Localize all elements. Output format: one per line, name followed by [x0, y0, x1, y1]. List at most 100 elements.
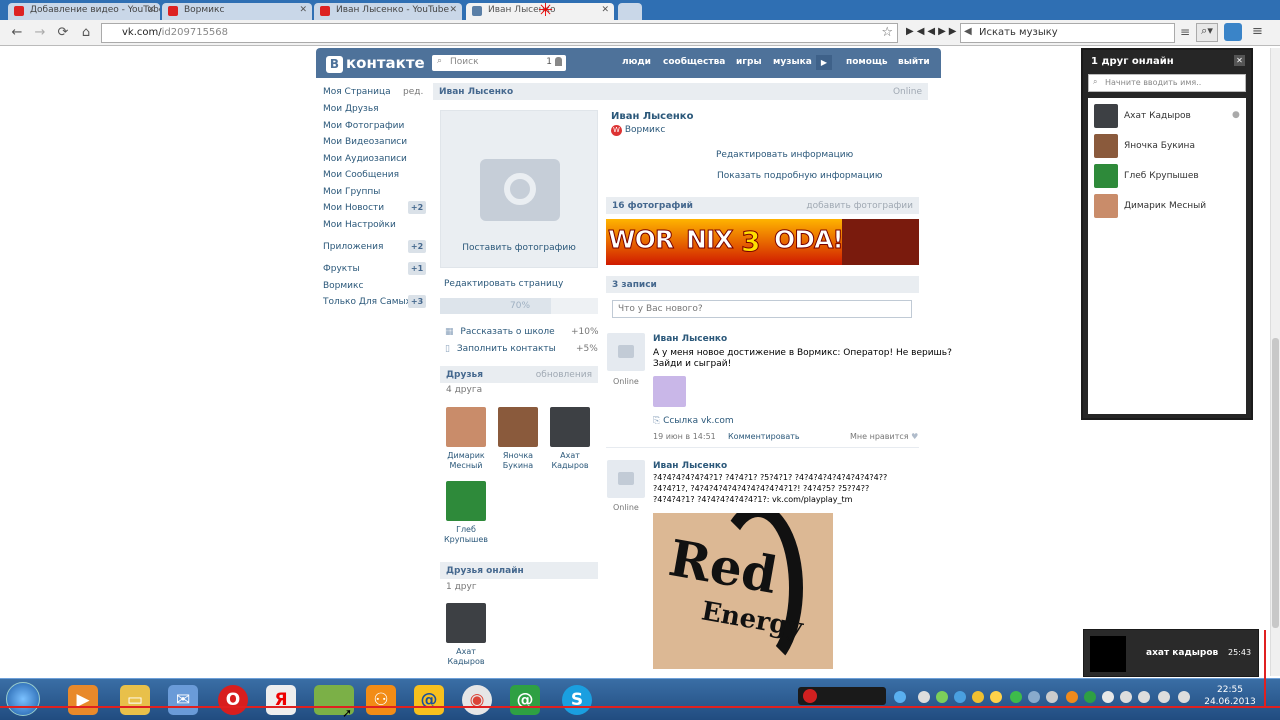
tray-icon[interactable]: [954, 691, 966, 703]
panel-friend-item[interactable]: Яночка Букина: [1094, 134, 1244, 158]
start-button[interactable]: [6, 682, 40, 716]
nav-help[interactable]: помощь: [846, 57, 888, 67]
page-scrollbar[interactable]: [1270, 48, 1280, 676]
tray-icon[interactable]: [894, 691, 906, 703]
wall-post-input[interactable]: Что у Вас нового?: [612, 300, 912, 318]
media-player-icon[interactable]: ▶: [68, 685, 98, 715]
tray-icon[interactable]: [1084, 691, 1096, 703]
nav-people[interactable]: люди: [622, 57, 651, 67]
odnoklassniki-icon[interactable]: ⚇: [366, 685, 396, 715]
forward-icon[interactable]: →: [32, 24, 48, 42]
mail-agent-icon[interactable]: @: [414, 685, 444, 715]
add-photo-link[interactable]: Поставить фотографию: [441, 243, 597, 253]
tab-youtube-upload[interactable]: Добавление видео - YouTube ✕: [8, 3, 160, 20]
close-icon[interactable]: ✕: [299, 5, 307, 15]
post-image-red-energy[interactable]: Red Energy: [653, 513, 833, 669]
nav-communities[interactable]: сообщества: [663, 57, 725, 67]
folder-icon[interactable]: ▭: [120, 685, 150, 715]
friends-online-header[interactable]: Друзья онлайн: [440, 562, 598, 579]
tray-icon[interactable]: [1046, 691, 1058, 703]
tray-icon[interactable]: [1178, 691, 1190, 703]
nav-music[interactable]: музыка: [773, 57, 812, 67]
tab-wormix[interactable]: Вормикс ✕: [162, 3, 312, 20]
play-icon[interactable]: ▶: [816, 55, 832, 70]
task-contacts[interactable]: ▯ Заполнить контакты: [445, 344, 556, 354]
menu-my-messages[interactable]: Мои Сообщения: [323, 170, 399, 180]
skype-icon[interactable]: S: [562, 685, 592, 715]
volume-icon[interactable]: [1158, 691, 1170, 703]
tray-icon[interactable]: [1066, 691, 1078, 703]
reload-icon[interactable]: ⟳: [55, 24, 71, 42]
close-icon[interactable]: ✕: [147, 5, 155, 15]
bookmark-star-icon[interactable]: ☆: [881, 25, 893, 40]
tray-icon[interactable]: [1010, 691, 1022, 703]
system-clock[interactable]: 22:55 24.06.2013: [1200, 684, 1260, 708]
settings-wrench-icon[interactable]: ≡: [1252, 24, 1263, 39]
menu-edit-link[interactable]: ред.: [403, 87, 423, 97]
show-info-link[interactable]: Показать подробную информацию: [717, 171, 882, 181]
opera-icon[interactable]: O: [218, 685, 248, 715]
tray-icon[interactable]: [918, 691, 930, 703]
menu-my-news[interactable]: Мои Новости: [323, 203, 384, 213]
panel-friend-item[interactable]: Димарик Месный: [1094, 194, 1244, 218]
avatar[interactable]: [607, 460, 645, 498]
tab-youtube-profile[interactable]: Иван Лысенко - YouTube ✕: [314, 3, 462, 20]
friend-card[interactable]: Глеб Крупышев: [442, 481, 490, 545]
post-author[interactable]: Иван Лысенко: [653, 334, 727, 344]
post-link[interactable]: ⎘ Ссылка vk.com: [653, 416, 734, 426]
panel-friend-item[interactable]: Ахат Кадыров ●: [1094, 104, 1244, 128]
post-attachment-image[interactable]: [653, 376, 686, 407]
tray-icon[interactable]: [936, 691, 948, 703]
home-icon[interactable]: ⌂: [78, 24, 94, 42]
post-author[interactable]: Иван Лысенко: [653, 461, 727, 471]
close-icon[interactable]: ✕: [449, 5, 457, 15]
vk-search-input[interactable]: ⌕ Поиск 1: [432, 55, 566, 71]
like-button[interactable]: Мне нравится ♥: [850, 432, 918, 441]
menu-only-for[interactable]: Только Для Самых: [323, 297, 411, 307]
record-icon[interactable]: [803, 689, 817, 703]
icq-icon[interactable]: @: [510, 685, 540, 715]
menu-my-videos[interactable]: Мои Видеозаписи: [323, 137, 407, 147]
photo-thumb[interactable]: [842, 219, 919, 265]
panel-friend-item[interactable]: Глеб Крупышев: [1094, 164, 1244, 188]
task-school[interactable]: ▦ Рассказать о школе: [445, 327, 555, 337]
vk-logo[interactable]: Bконтакте: [326, 54, 425, 73]
close-icon[interactable]: ✕: [1234, 55, 1245, 66]
nav-logout[interactable]: выйти: [898, 57, 930, 67]
search-engine-button[interactable]: ⌕▾: [1196, 23, 1218, 42]
friend-card[interactable]: Яночка Букина: [494, 407, 542, 471]
post-date[interactable]: 19 июн в 14:51: [653, 432, 716, 441]
extension-icon[interactable]: [1224, 23, 1242, 41]
friend-card[interactable]: Ахат Кадыров: [546, 407, 594, 471]
chrome-icon[interactable]: ◉: [462, 685, 492, 715]
avatar[interactable]: [607, 333, 645, 371]
nav-games[interactable]: игры: [736, 57, 762, 67]
menu-my-groups[interactable]: Мои Группы: [323, 187, 380, 197]
scrollbar-thumb[interactable]: [1272, 338, 1279, 628]
friend-card[interactable]: Димарик Месный: [442, 407, 490, 471]
menu-my-page[interactable]: Моя Страница: [323, 87, 391, 97]
menu-my-settings[interactable]: Мои Настройки: [323, 220, 396, 230]
media-controls[interactable]: ▶◀◀▶▶: [906, 26, 959, 37]
panel-search-input[interactable]: ⌕ Начните вводить имя..: [1088, 74, 1246, 92]
comment-link[interactable]: Комментировать: [728, 432, 800, 441]
menu-fruits[interactable]: Фрукты: [323, 264, 360, 274]
friends-header[interactable]: Друзья обновления: [440, 366, 598, 383]
close-icon[interactable]: ✕: [601, 5, 609, 15]
back-icon[interactable]: ←: [9, 24, 25, 42]
address-bar[interactable]: vk.com/id209715568 ☆: [101, 23, 898, 43]
tray-icon[interactable]: [1102, 691, 1114, 703]
network-icon[interactable]: [1138, 691, 1150, 703]
media-mini-player[interactable]: [798, 687, 886, 705]
menu-my-photos[interactable]: Мои Фотографии: [323, 121, 404, 131]
flag-icon[interactable]: [1120, 691, 1132, 703]
add-photos-link[interactable]: добавить фотографии: [806, 201, 913, 211]
friend-card[interactable]: Ахат Кадыров: [442, 603, 490, 667]
mail-icon[interactable]: ✉: [168, 685, 198, 715]
chat-notification[interactable]: ахат кадыров 25:43: [1083, 629, 1259, 677]
app-badge[interactable]: W Вормикс: [611, 125, 665, 136]
menu-wormix[interactable]: Вормикс: [323, 281, 363, 291]
menu-my-friends[interactable]: Мои Друзья: [323, 104, 379, 114]
photos-header[interactable]: 16 фотографий добавить фотографии: [606, 197, 919, 214]
tray-icon[interactable]: [1028, 691, 1040, 703]
